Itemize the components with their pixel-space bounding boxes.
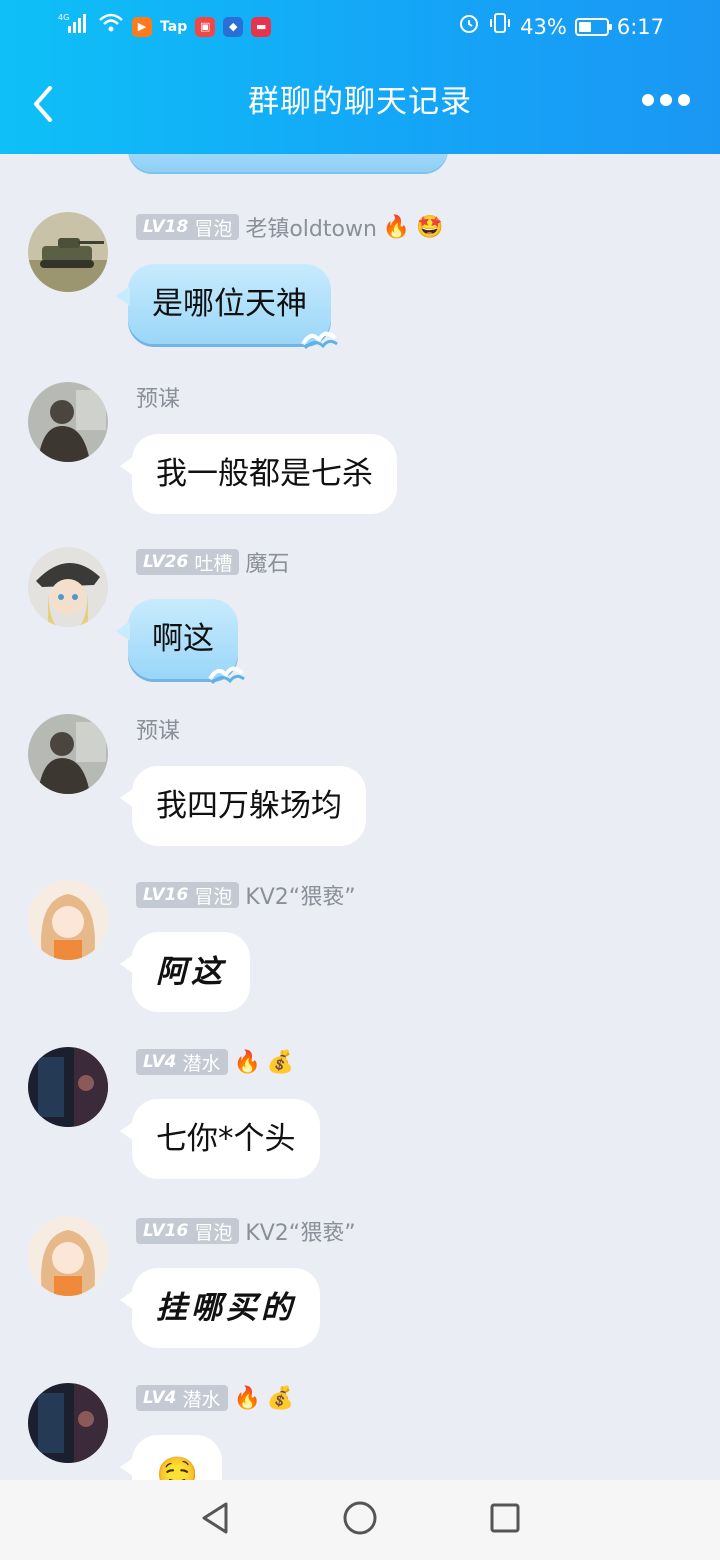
fire-badge-icon: 🔥 [382,214,411,240]
level-badge: LV4 潜水 [136,1049,228,1075]
wave-decoration-icon [208,666,245,685]
sender-meta: LV18 冒泡 老镇oldtown 🔥 🤩 [136,212,444,242]
alarm-icon [458,12,480,42]
message-bubble[interactable]: 七你*个头 [120,1099,320,1179]
square-recents-icon [490,1503,520,1533]
sender-name[interactable]: KV2“猥亵” [245,1215,355,1247]
nav-recents-button[interactable] [488,1501,522,1539]
level-badge: LV16 冒泡 [136,882,240,908]
system-navigation-bar [0,1480,720,1560]
circle-home-icon [343,1501,377,1535]
status-bar-right: 43% 6:17 [458,12,664,42]
triangle-back-icon [202,1502,228,1534]
message-bubble[interactable]: 我一般都是七杀 [120,434,397,514]
sender-name[interactable]: 魔石 [245,546,289,578]
sender-meta: 预谋 [136,382,180,412]
smiley-badge-icon: 🤩 [416,214,444,240]
previous-message-bubble[interactable] [128,154,448,172]
more-dot-icon [642,94,654,106]
wifi-icon [98,12,124,42]
fire-badge-icon: 🔥 [233,1049,261,1075]
avatar[interactable] [28,1047,108,1127]
level-badge: LV4 潜水 [136,1385,228,1411]
message-bubble[interactable]: 阿这 [120,932,250,1012]
huawei-app-icon: ▬ [251,17,272,37]
sender-name[interactable]: 预谋 [136,713,180,745]
nav-home-button[interactable] [342,1500,378,1540]
tap-app-icon: Tap [160,19,188,35]
avatar[interactable] [28,212,108,292]
sender-name[interactable]: KV2“猥亵” [245,879,355,911]
sender-meta: 预谋 [136,714,180,744]
sender-meta: LV4 潜水 🔥 💰 [136,1047,294,1077]
mail-app-icon: ▣ [195,17,216,37]
avatar[interactable] [28,714,108,794]
clock: 6:17 [616,15,664,39]
battery-percent: 43% [520,15,567,39]
level-badge: LV26 吐槽 [136,549,240,575]
sender-meta: LV26 吐槽 魔石 [136,547,289,577]
status-bar-left: 4G ▶ Tap ▣ ◆ ▬ [58,12,272,42]
avatar[interactable] [28,1383,108,1463]
message-bubble[interactable]: 我四万躲场均 [120,766,366,846]
more-options-button[interactable] [642,94,690,106]
page-title: 群聊的聊天记录 [248,84,472,120]
sender-meta: LV4 潜水 🔥 💰 [136,1383,294,1413]
battery-icon [574,18,612,36]
message-bubble[interactable]: 🤤 [119,1435,223,1480]
vibrate-icon [488,12,512,42]
sender-meta: LV16 冒泡 KV2“猥亵” [136,1216,356,1246]
message-bubble[interactable]: 挂哪买的 [120,1268,320,1348]
sender-name[interactable]: 老镇oldtown [245,211,377,243]
fire-badge-icon: 🔥 [233,1385,261,1411]
svg-text:4G: 4G [58,13,69,22]
chat-history[interactable]: LV18 冒泡 老镇oldtown 🔥 🤩 是哪位天神 预谋 我一般都是七杀 LV… [0,154,720,1480]
signal-icon: 4G [58,12,90,42]
avatar[interactable] [28,1216,108,1296]
wave-decoration-icon [301,331,338,350]
money-bag-badge-icon: 💰 [266,1049,295,1075]
app-header: 4G ▶ Tap ▣ ◆ ▬ 43% 6:17 群聊的聊天记录 [0,0,720,154]
more-dot-icon [678,94,690,106]
level-badge: LV18 冒泡 [136,214,240,240]
avatar[interactable] [28,547,108,627]
shield-app-icon: ◆ [223,17,244,37]
message-bubble[interactable]: 啊这 [116,599,245,685]
more-dot-icon [660,94,672,106]
sender-meta: LV16 冒泡 KV2“猥亵” [136,880,356,910]
message-bubble[interactable]: 是哪位天神 [116,264,338,350]
sender-name[interactable]: 预谋 [136,381,180,413]
level-badge: LV16 冒泡 [136,1218,240,1244]
avatar[interactable] [28,880,108,960]
money-bag-badge-icon: 💰 [266,1385,295,1411]
nav-back-button[interactable] [198,1500,232,1540]
video-app-icon: ▶ [132,17,152,37]
avatar[interactable] [28,382,108,462]
